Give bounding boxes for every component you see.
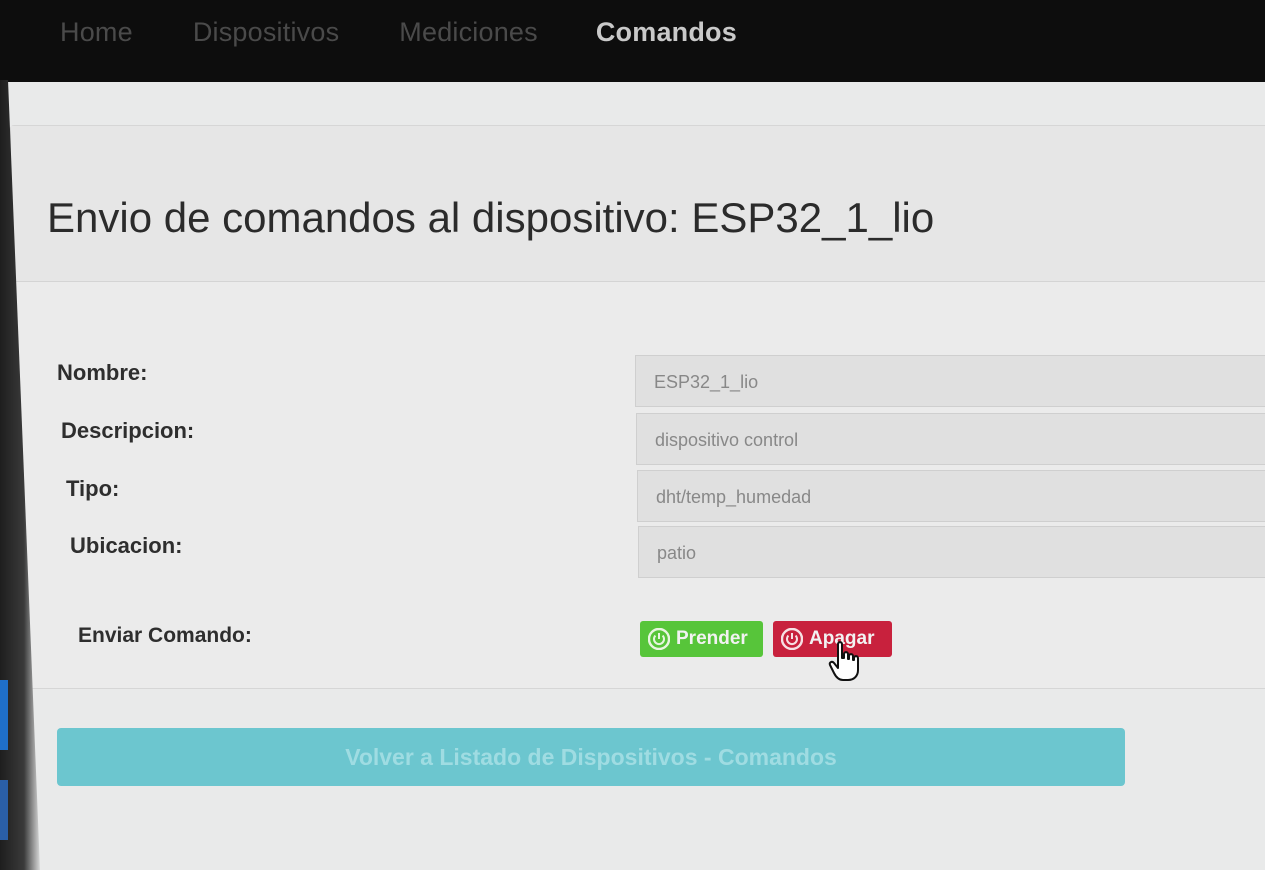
volver-listado-button[interactable]: Volver a Listado de Dispositivos - Coman… bbox=[57, 728, 1125, 786]
panel-heading: Envio de comandos al dispositivo: ESP32_… bbox=[11, 126, 1265, 282]
nav-dispositivos[interactable]: Dispositivos bbox=[193, 17, 339, 48]
nombre-field[interactable]: ESP32_1_lio bbox=[635, 355, 1265, 407]
enviar-comando-label: Enviar Comando: bbox=[78, 624, 252, 647]
command-panel: Envio de comandos al dispositivo: ESP32_… bbox=[10, 125, 1265, 689]
screen: Home Dispositivos Mediciones Comandos En… bbox=[0, 0, 1265, 870]
descripcion-field[interactable]: dispositivo control bbox=[636, 413, 1265, 465]
bezel-glint bbox=[0, 780, 8, 840]
power-icon bbox=[781, 628, 803, 650]
nombre-label: Nombre: bbox=[57, 360, 148, 385]
tipo-field[interactable]: dht/temp_humedad bbox=[637, 470, 1265, 522]
nav-home[interactable]: Home bbox=[60, 17, 133, 48]
ubicacion-field[interactable]: patio bbox=[638, 526, 1265, 578]
power-icon bbox=[648, 628, 670, 650]
nav-comandos[interactable]: Comandos bbox=[596, 17, 737, 48]
bezel-glint bbox=[0, 680, 8, 750]
top-navbar: Home Dispositivos Mediciones Comandos bbox=[0, 0, 1265, 82]
ubicacion-label: Ubicacion: bbox=[70, 533, 183, 558]
prender-button[interactable]: Prender bbox=[640, 621, 763, 657]
nav-mediciones[interactable]: Mediciones bbox=[399, 17, 538, 48]
tipo-label: Tipo: bbox=[66, 476, 120, 501]
prender-button-label: Prender bbox=[676, 628, 748, 649]
descripcion-label: Descripcion: bbox=[61, 418, 195, 443]
hand-pointer-icon bbox=[828, 641, 859, 681]
page-title: Envio de comandos al dispositivo: ESP32_… bbox=[47, 194, 935, 241]
